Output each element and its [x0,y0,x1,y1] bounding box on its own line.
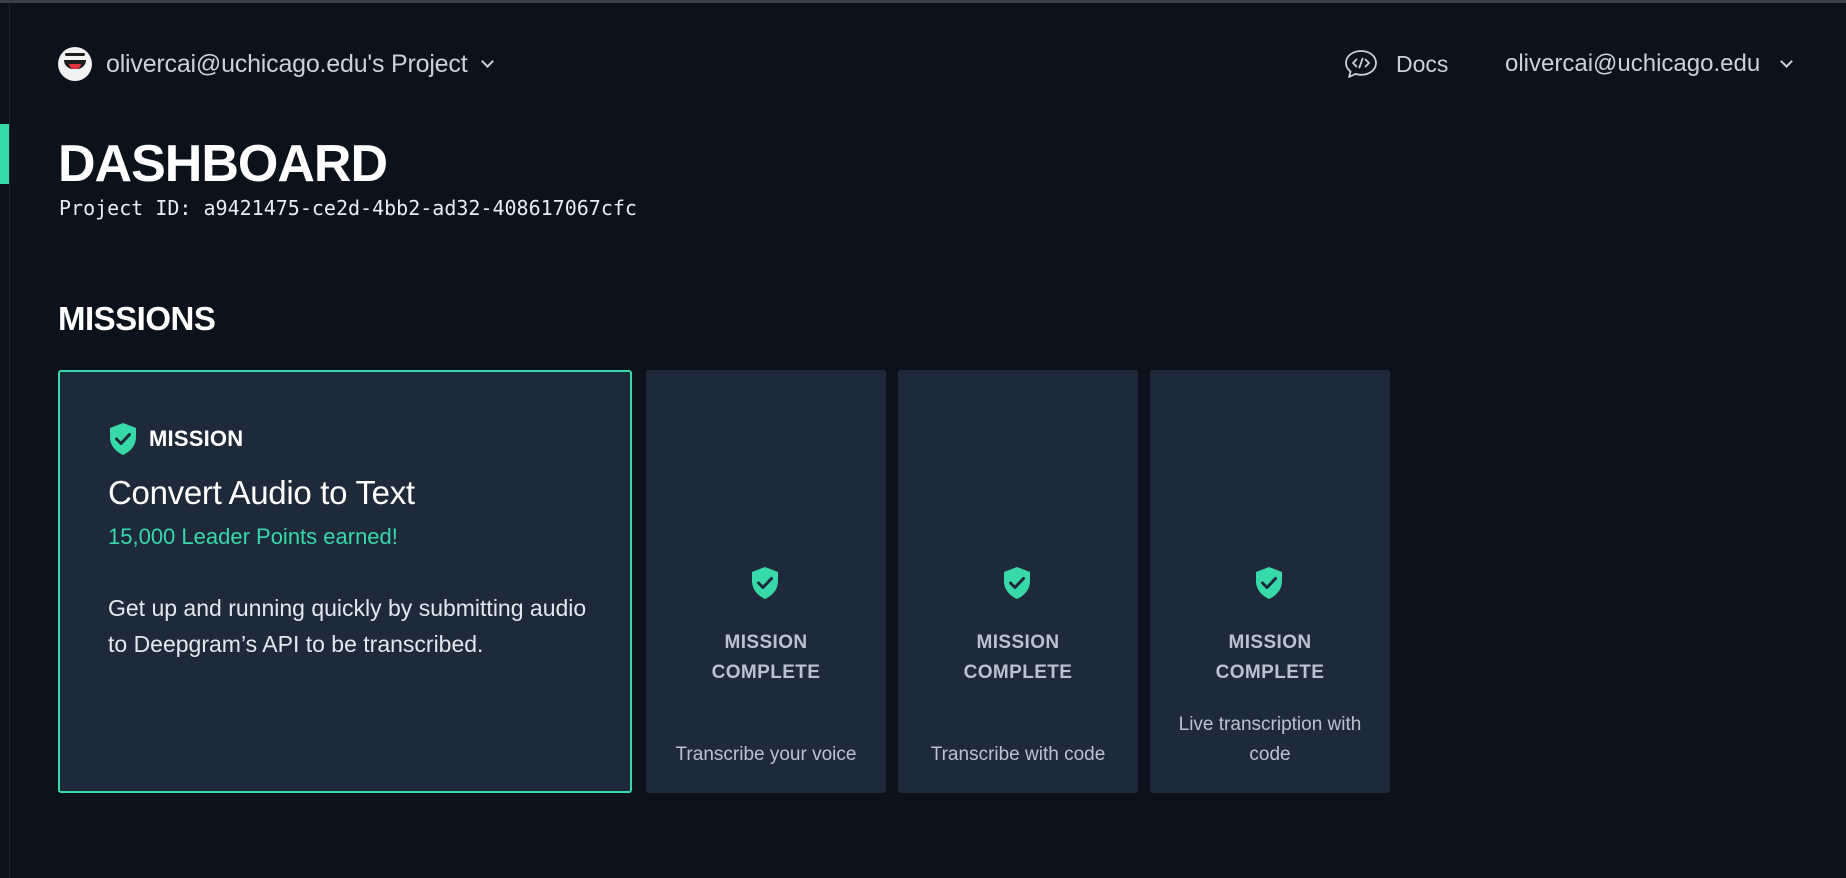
mission-status: MISSION COMPLETE [646,628,886,688]
missions-heading: MISSIONS [58,300,216,337]
mission-status-line1: MISSION [1228,632,1312,653]
page-title: DASHBOARD [58,135,388,193]
docs-link[interactable]: Docs [1344,40,1448,88]
mission-status-line1: MISSION [724,632,808,653]
mission-status-line2: COMPLETE [963,662,1073,683]
mission-caption: Transcribe with code [930,744,1106,765]
project-id: Project ID: a9421475-ce2d-4bb2-ad32-4086… [59,196,637,220]
mission-points: 15,000 Leader Points earned! [108,524,398,549]
user-menu[interactable]: olivercai@uchicago.edu [1505,40,1794,88]
active-section-indicator [0,124,9,184]
project-name: olivercai@uchicago.edu's Project [106,49,468,78]
mission-tag-label: MISSION [149,426,244,451]
chevron-down-icon [481,55,495,68]
shield-check-icon [1256,567,1282,599]
mission-card-transcribe-voice[interactable]: MISSION COMPLETE Transcribe your voice [646,370,886,793]
window-top-border [0,0,1846,3]
mission-status-line1: MISSION [976,632,1060,653]
mission-status: MISSION COMPLETE [898,628,1138,688]
project-switcher[interactable]: olivercai@uchicago.edu's Project [58,40,495,88]
docs-label: Docs [1396,50,1449,77]
mission-title: Convert Audio to Text [108,474,415,511]
mission-card-live-transcription[interactable]: MISSION COMPLETE Live transcription with… [1150,370,1390,793]
docs-chat-code-icon [1345,50,1377,78]
mission-status-line2: COMPLETE [1215,662,1325,683]
top-header: olivercai@uchicago.edu's Project Docs ol… [58,40,1806,88]
user-email: olivercai@uchicago.edu [1505,50,1761,77]
mission-status: MISSION COMPLETE [1150,628,1390,688]
featured-mission-card[interactable]: MISSION Convert Audio to Text 15,000 Lea… [58,370,632,793]
mission-status-line2: COMPLETE [711,662,821,683]
shield-check-icon [110,423,136,455]
mission-caption: Live transcription with code [1178,714,1362,765]
chevron-down-icon [1780,55,1794,68]
avatar [58,47,92,81]
left-rail [9,3,10,878]
mission-description: Get up and running quickly by submitting… [108,595,587,657]
mission-caption: Transcribe your voice [675,744,857,765]
mission-card-transcribe-code[interactable]: MISSION COMPLETE Transcribe with code [898,370,1138,793]
mission-tag: MISSION [108,422,243,456]
shield-check-icon [752,567,778,599]
shield-check-icon [1004,567,1030,599]
